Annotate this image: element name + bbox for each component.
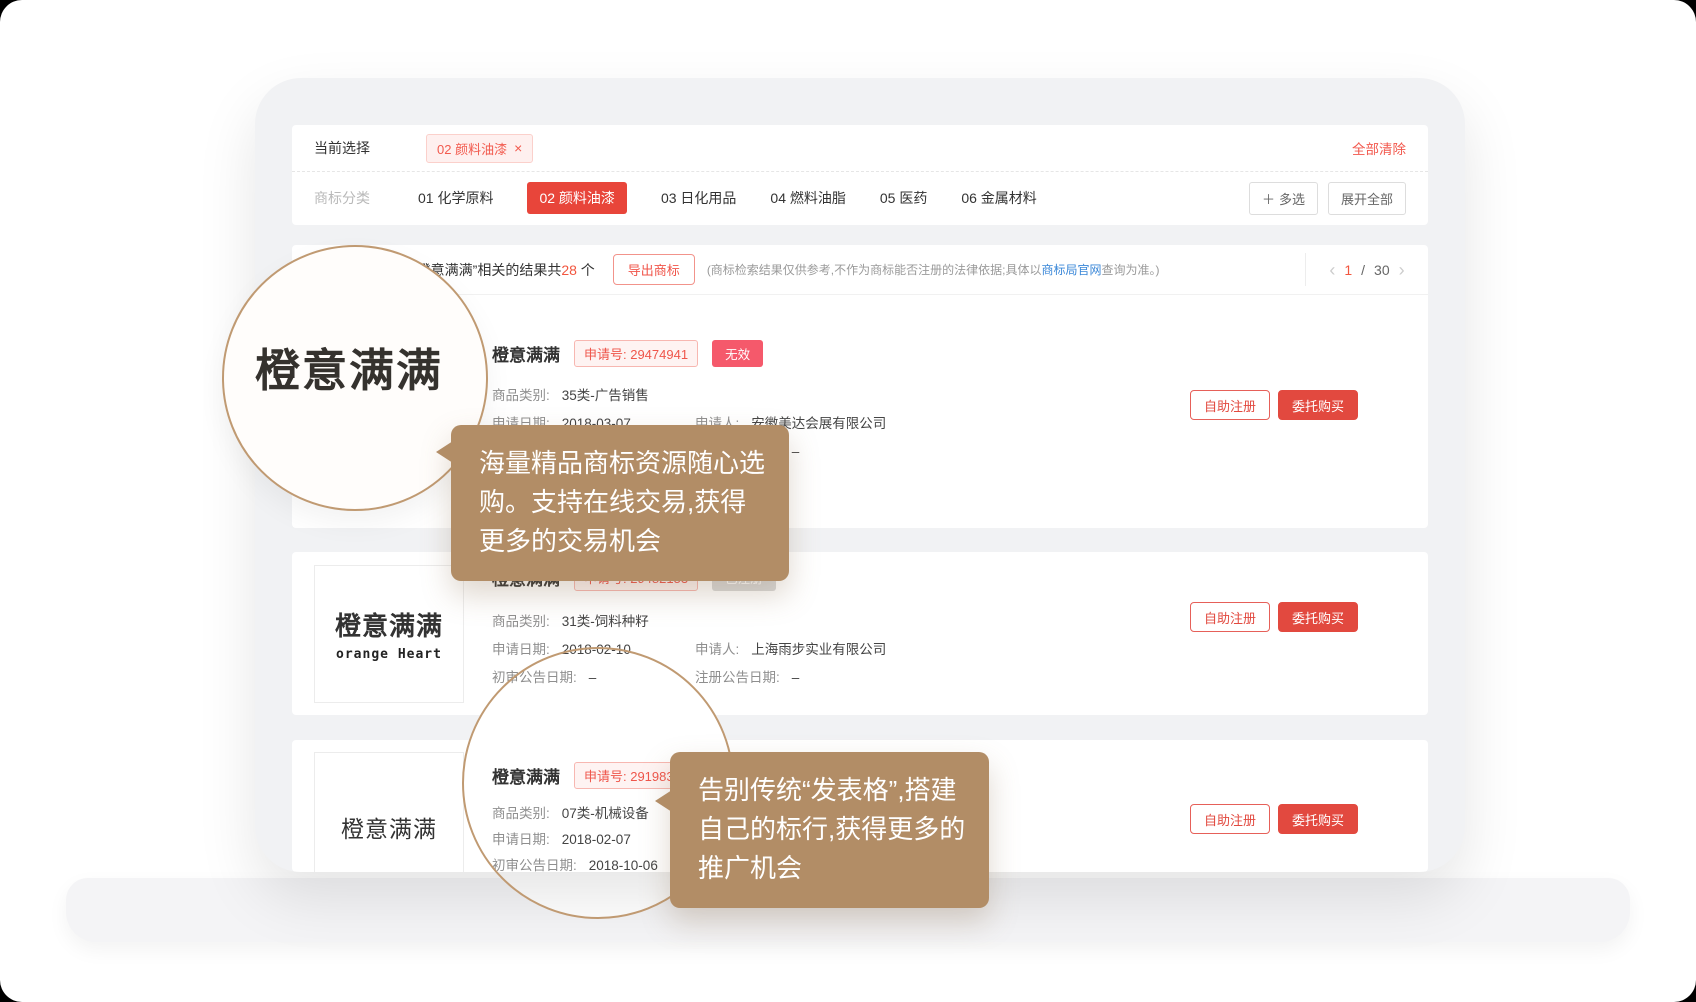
trademark-image[interactable]: 橙意满满 <box>314 752 464 872</box>
entrust-purchase-button[interactable]: 委托购买 <box>1278 602 1358 632</box>
row-actions: 自助注册 委托购买 <box>1190 804 1358 834</box>
multi-select-label: 多选 <box>1279 189 1305 208</box>
selected-filter-tag[interactable]: 02 颜料油漆 × <box>426 134 533 163</box>
field-value: 31类-饲料种籽 <box>562 614 649 629</box>
trademark-name: 橙意满满 <box>492 341 560 366</box>
summary-suffix: 个 <box>577 262 595 278</box>
export-trademarks-button[interactable]: 导出商标 <box>613 254 695 285</box>
page-canvas: 当前选择 02 颜料油漆 × 全部清除 商标分类 01 化学原料 02 颜料油漆… <box>0 0 1696 1002</box>
field-value: 35类-广告销售 <box>562 388 649 403</box>
application-number-tag: 申请号: 29474941 <box>574 340 698 367</box>
magnified-trademark-text: 橙意满满 <box>255 334 443 399</box>
trademark-title-row: 橙意满满 申请号: 29474941 无效 <box>492 340 763 367</box>
detail-line: 商品类别: 31类-饲料种籽 <box>492 610 649 630</box>
field-label: 商品类别: <box>492 388 550 403</box>
category-bar: 商标分类 01 化学原料 02 颜料油漆 03 日化用品 04 燃料油脂 05 … <box>292 172 1428 224</box>
field-value: – <box>792 670 800 685</box>
pagination: ‹ 1 / 30 › <box>1305 253 1428 286</box>
field-value: – <box>792 444 800 459</box>
disclaimer-suffix: 查询为准。) <box>1102 263 1160 277</box>
field-label: 商品类别: <box>492 614 550 629</box>
page-separator: / <box>1361 262 1365 278</box>
entrust-purchase-button[interactable]: 委托购买 <box>1278 390 1358 420</box>
current-page: 1 <box>1344 262 1352 278</box>
field-label: 申请日期: <box>492 642 550 657</box>
trademark-image-text: 橙意满满 <box>341 810 437 844</box>
category-tab-04[interactable]: 04 燃料油脂 <box>770 188 845 208</box>
row-actions: 自助注册 委托购买 <box>1190 390 1358 420</box>
plus-icon: ＋ <box>1262 189 1275 208</box>
self-register-button[interactable]: 自助注册 <box>1190 390 1270 420</box>
results-count: 28 <box>561 262 577 278</box>
selected-filter-tag-label: 02 颜料油漆 <box>437 139 507 158</box>
callout-promotion: 告别传统“发表格”,搭建 自己的标行,获得更多的 推广机会 <box>670 752 989 908</box>
callout-arrow-icon <box>436 441 453 463</box>
trademark-image-text: 橙意满满 <box>335 606 443 643</box>
filter-panel: 当前选择 02 颜料油漆 × 全部清除 商标分类 01 化学原料 02 颜料油漆… <box>292 125 1428 225</box>
disclaimer-text: (商标检索结果仅供参考,不作为商标能否注册的法律依据;具体以商标局官网查询为准。… <box>707 261 1160 278</box>
callout-line: 推广机会 <box>698 849 965 888</box>
remove-tag-icon[interactable]: × <box>514 141 522 155</box>
next-page-icon[interactable]: › <box>1399 261 1405 279</box>
entrust-purchase-button[interactable]: 委托购买 <box>1278 804 1358 834</box>
status-badge: 无效 <box>712 340 763 367</box>
callout-arrow-icon <box>655 790 672 812</box>
total-pages: 30 <box>1374 262 1390 278</box>
callout-line: 购。支持在线交易,获得 <box>479 483 765 522</box>
callout-line: 海量精品商标资源随心选 <box>479 444 765 483</box>
multi-select-button[interactable]: ＋ 多选 <box>1249 182 1318 215</box>
callout-line: 更多的交易机会 <box>479 522 765 561</box>
category-tab-02-active[interactable]: 02 颜料油漆 <box>527 182 626 214</box>
category-tab-06[interactable]: 06 金属材料 <box>961 188 1036 208</box>
callout-line: 自己的标行,获得更多的 <box>698 810 965 849</box>
magnifier-circle-1: 橙意满满 <box>222 245 488 511</box>
detail-line: 商品类别: 35类-广告销售 <box>492 384 649 404</box>
current-selection-bar: 当前选择 02 颜料油漆 × 全部清除 <box>292 125 1428 172</box>
self-register-button[interactable]: 自助注册 <box>1190 804 1270 834</box>
category-tab-05[interactable]: 05 医药 <box>880 188 927 208</box>
category-bar-label: 商标分类 <box>314 188 370 208</box>
expand-all-button[interactable]: 展开全部 <box>1328 182 1406 215</box>
category-tab-03[interactable]: 03 日化用品 <box>661 188 736 208</box>
field-label: 申请人: <box>695 642 739 657</box>
row-actions: 自助注册 委托购买 <box>1190 602 1358 632</box>
trademark-image-subtext: orange Heart <box>336 647 442 662</box>
callout-line: 告别传统“发表格”,搭建 <box>698 771 965 810</box>
field-value: 上海雨步实业有限公司 <box>751 642 886 657</box>
trademark-image[interactable]: 橙意满满 orange Heart <box>314 565 464 703</box>
disclaimer-prefix: (商标检索结果仅供参考,不作为商标能否注册的法律依据;具体以 <box>707 263 1042 277</box>
trademark-office-link[interactable]: 商标局官网 <box>1041 263 1101 277</box>
clear-all-button[interactable]: 全部清除 <box>1352 138 1406 158</box>
prev-page-icon[interactable]: ‹ <box>1329 261 1335 279</box>
callout-marketplace: 海量精品商标资源随心选 购。支持在线交易,获得 更多的交易机会 <box>451 425 789 581</box>
field-label: 注册公告日期: <box>695 670 780 685</box>
self-register-button[interactable]: 自助注册 <box>1190 602 1270 632</box>
current-selection-label: 当前选择 <box>314 138 370 158</box>
results-header: 当前为您检索到“橙意满满”相关的结果共28 个 导出商标 (商标检索结果仅供参考… <box>292 245 1428 295</box>
category-tab-01[interactable]: 01 化学原料 <box>418 188 493 208</box>
